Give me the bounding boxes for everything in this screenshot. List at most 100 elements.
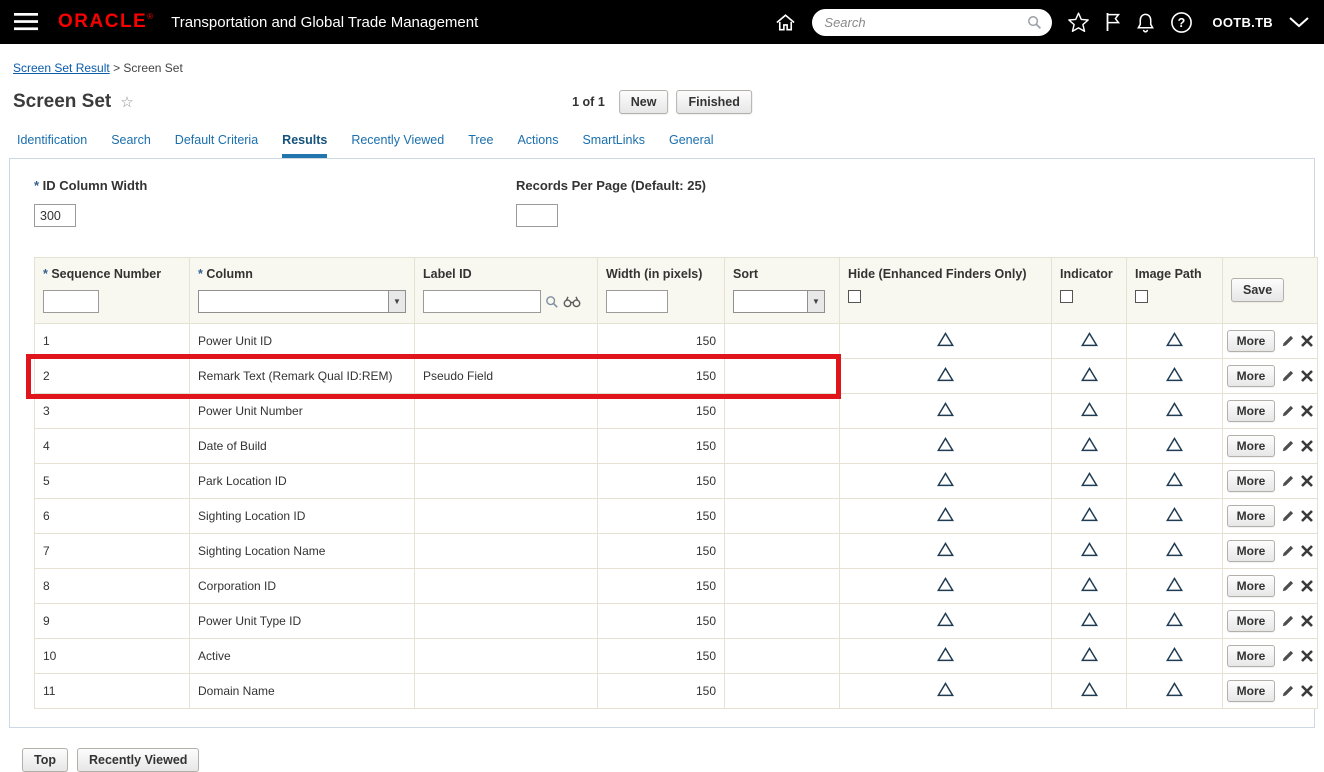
edit-pencil-icon[interactable] [1281,404,1295,418]
binoculars-icon[interactable] [563,295,581,308]
tab[interactable]: SmartLinks [582,133,645,158]
favorites-icon[interactable] [1067,11,1090,33]
hide-triangle-icon[interactable] [937,472,954,487]
tab[interactable]: General [669,133,713,158]
recently-viewed-button[interactable]: Recently Viewed [76,748,200,772]
indicator-triangle-icon[interactable] [1080,367,1098,382]
more-button[interactable]: More [1226,400,1276,422]
delete-x-icon[interactable] [1301,650,1314,662]
more-button[interactable]: More [1226,680,1276,702]
image-path-triangle-icon[interactable] [1166,542,1183,557]
chevron-down-icon[interactable] [1288,16,1310,28]
records-per-page-input[interactable] [516,204,558,227]
indicator-triangle-icon[interactable] [1080,437,1098,452]
favorite-star-icon[interactable]: ☆ [120,93,133,111]
image-path-triangle-icon[interactable] [1166,507,1183,522]
tab[interactable]: Identification [17,133,87,158]
hide-triangle-icon[interactable] [937,402,954,417]
image-path-triangle-icon[interactable] [1166,472,1183,487]
image-path-triangle-icon[interactable] [1166,367,1183,382]
indicator-triangle-icon[interactable] [1080,612,1098,627]
edit-pencil-icon[interactable] [1281,369,1295,383]
hide-triangle-icon[interactable] [937,367,954,382]
image-path-triangle-icon[interactable] [1166,682,1183,697]
edit-pencil-icon[interactable] [1281,684,1295,698]
edit-pencil-icon[interactable] [1281,649,1295,663]
search-icon[interactable] [1027,15,1042,30]
delete-x-icon[interactable] [1301,370,1314,382]
home-icon[interactable] [774,12,797,33]
image-path-triangle-icon[interactable] [1166,332,1183,347]
username[interactable]: OOTB.TB [1212,15,1273,30]
image-path-checkbox[interactable] [1135,290,1148,303]
edit-pencil-icon[interactable] [1281,509,1295,523]
top-button[interactable]: Top [22,748,68,772]
more-button[interactable]: More [1226,575,1276,597]
delete-x-icon[interactable] [1301,615,1314,627]
more-button[interactable]: More [1226,540,1276,562]
more-button[interactable]: More [1226,505,1276,527]
edit-pencil-icon[interactable] [1281,614,1295,628]
hide-triangle-icon[interactable] [937,507,954,522]
indicator-triangle-icon[interactable] [1080,472,1098,487]
label-id-search-icon[interactable] [545,295,559,309]
edit-pencil-icon[interactable] [1281,334,1295,348]
more-button[interactable]: More [1226,435,1276,457]
hide-triangle-icon[interactable] [937,437,954,452]
indicator-triangle-icon[interactable] [1080,507,1098,522]
tab[interactable]: Default Criteria [175,133,258,158]
tab[interactable]: Actions [517,133,558,158]
hide-triangle-icon[interactable] [937,577,954,592]
more-button[interactable]: More [1226,330,1276,352]
hide-checkbox[interactable] [848,290,861,303]
notifications-icon[interactable] [1136,12,1155,33]
indicator-triangle-icon[interactable] [1080,577,1098,592]
indicator-triangle-icon[interactable] [1080,647,1098,662]
hide-triangle-icon[interactable] [937,647,954,662]
tab[interactable]: Results [282,133,328,158]
sequence-number-filter-input[interactable] [43,290,99,313]
more-button[interactable]: More [1226,365,1276,387]
image-path-triangle-icon[interactable] [1166,612,1183,627]
hide-triangle-icon[interactable] [937,542,954,557]
breadcrumb-link[interactable]: Screen Set Result [13,61,110,75]
indicator-triangle-icon[interactable] [1080,542,1098,557]
new-button[interactable]: New [618,90,669,114]
indicator-triangle-icon[interactable] [1080,402,1098,417]
hide-triangle-icon[interactable] [937,612,954,627]
width-filter-input[interactable] [606,290,668,313]
delete-x-icon[interactable] [1301,440,1314,452]
flag-icon[interactable] [1105,12,1121,32]
delete-x-icon[interactable] [1301,545,1314,557]
edit-pencil-icon[interactable] [1281,439,1295,453]
tab[interactable]: Recently Viewed [351,133,444,158]
more-button[interactable]: More [1226,610,1276,632]
edit-pencil-icon[interactable] [1281,579,1295,593]
delete-x-icon[interactable] [1301,580,1314,592]
save-button[interactable]: Save [1231,278,1285,302]
delete-x-icon[interactable] [1301,510,1314,522]
help-icon[interactable]: ? [1170,11,1193,34]
more-button[interactable]: More [1226,470,1276,492]
search-input[interactable] [822,13,1028,31]
id-column-width-input[interactable] [34,204,76,227]
image-path-triangle-icon[interactable] [1166,437,1183,452]
tab[interactable]: Search [111,133,151,158]
image-path-triangle-icon[interactable] [1166,402,1183,417]
sort-select[interactable]: ▼ [733,290,825,313]
label-id-input[interactable] [423,290,541,313]
hide-triangle-icon[interactable] [937,682,954,697]
image-path-triangle-icon[interactable] [1166,647,1183,662]
image-path-triangle-icon[interactable] [1166,577,1183,592]
delete-x-icon[interactable] [1301,685,1314,697]
indicator-triangle-icon[interactable] [1080,332,1098,347]
indicator-triangle-icon[interactable] [1080,682,1098,697]
delete-x-icon[interactable] [1301,475,1314,487]
delete-x-icon[interactable] [1301,335,1314,347]
delete-x-icon[interactable] [1301,405,1314,417]
hide-triangle-icon[interactable] [937,332,954,347]
more-button[interactable]: More [1226,645,1276,667]
tab[interactable]: Tree [468,133,493,158]
indicator-checkbox[interactable] [1060,290,1073,303]
menu-icon[interactable] [14,13,38,31]
